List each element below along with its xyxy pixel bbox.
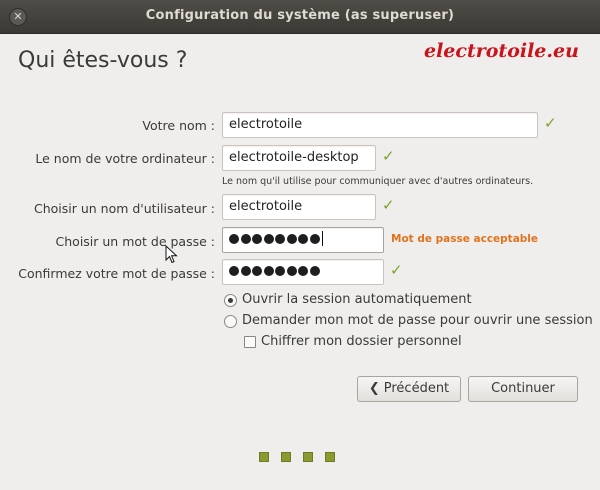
username-label: Choisir un nom d'utilisateur : (33, 201, 215, 216)
ask-password-label[interactable]: Demander mon mot de passe pour ouvrir un… (242, 313, 593, 328)
password-dot (298, 265, 308, 276)
window-title: Configuration du système (as superuser) (145, 8, 455, 23)
progress-step (259, 452, 269, 462)
title-bar: ✕ Configuration du système (as superuser… (0, 0, 600, 34)
back-button[interactable]: ❮ Précédent (357, 376, 461, 402)
password-dot (275, 265, 285, 276)
password-dot (240, 233, 251, 244)
computer-name-label: Le nom de votre ordinateur : (35, 151, 215, 166)
watermark: electrotoile.eu (424, 40, 579, 62)
name-field[interactable]: electrotoile (222, 112, 538, 138)
password-dot (240, 265, 251, 276)
password-label: Choisir un mot de passe : (55, 234, 215, 249)
mouse-cursor-icon (165, 245, 178, 264)
password-dot (309, 265, 320, 276)
password-strength-status: Mot de passe acceptable (391, 233, 539, 245)
password-dot (229, 233, 239, 244)
password-field[interactable] (222, 227, 384, 253)
password-dot (263, 265, 274, 276)
auto-login-label[interactable]: Ouvrir la session automatiquement (242, 292, 472, 307)
confirm-password-label: Confirmez votre mot de passe : (18, 266, 215, 281)
encrypt-home-label[interactable]: Chiffrer mon dossier personnel (261, 334, 462, 349)
chevron-left-icon: ❮ (368, 381, 380, 396)
auto-login-radio[interactable] (224, 294, 237, 307)
continue-button[interactable]: Continuer (468, 376, 578, 402)
check-icon: ✓ (390, 261, 403, 279)
password-dot (298, 233, 308, 244)
ask-password-radio[interactable] (224, 315, 237, 328)
username-field[interactable]: electrotoile (222, 194, 376, 220)
name-label: Votre nom : (142, 118, 215, 133)
confirm-password-dots (229, 264, 321, 279)
password-dot (263, 233, 274, 244)
password-dot (252, 265, 262, 276)
confirm-password-field[interactable] (222, 259, 384, 285)
computer-name-field[interactable]: electrotoile-desktop (222, 145, 376, 171)
password-dot (252, 233, 262, 244)
computer-name-hint: Le nom qu'il utilise pour communiquer av… (222, 176, 534, 187)
password-dot (286, 265, 297, 276)
progress-step (281, 452, 291, 462)
check-icon: ✓ (382, 196, 395, 214)
installer-window: ✕ Configuration du système (as superuser… (0, 0, 600, 490)
password-dot (286, 233, 297, 244)
password-dot (309, 233, 320, 244)
progress-step (325, 452, 335, 462)
text-caret (322, 231, 323, 246)
password-dots (229, 232, 321, 247)
password-dot (229, 265, 239, 276)
check-icon: ✓ (544, 114, 557, 132)
encrypt-home-checkbox[interactable] (244, 336, 256, 348)
back-button-label: Précédent (383, 381, 450, 396)
password-dot (275, 233, 285, 244)
check-icon: ✓ (382, 147, 395, 165)
page-title: Qui êtes-vous ? (18, 48, 188, 73)
step-progress (259, 447, 347, 466)
progress-step (303, 452, 313, 462)
